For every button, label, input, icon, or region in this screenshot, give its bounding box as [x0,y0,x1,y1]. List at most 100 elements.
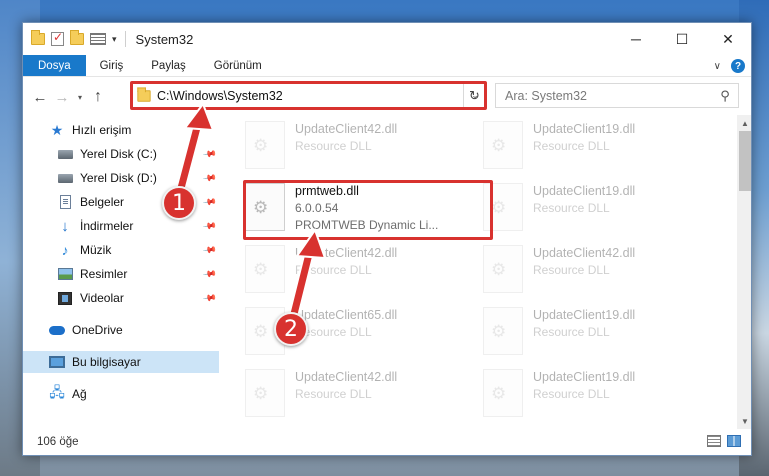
help-icon[interactable]: ? [731,59,745,73]
sidebar-item-label: Videolar [80,291,124,305]
sidebar-item-this-pc[interactable]: Bu bilgisayar [23,351,219,373]
forward-button[interactable]: → [51,86,73,108]
up-button[interactable]: ↑ [87,86,109,108]
file-item[interactable]: UpdateClient19.dll Resource DLL [477,119,697,177]
sidebar-item-label: Müzik [80,243,112,257]
file-item[interactable]: UpdateClient42.dll Resource DLL [239,119,459,177]
address-bar[interactable]: C:\Windows\System32 ⌄ [130,83,485,108]
expand-ribbon-chevron-icon[interactable]: ∨ [714,61,721,72]
sidebar-item-network[interactable]: 🖧 Ağ [23,383,219,405]
dll-file-icon [483,183,523,231]
search-input[interactable] [505,88,712,103]
file-name: UpdateClient65.dll [295,308,398,322]
file-item[interactable]: UpdateClient19.dll Resource DLL [477,367,697,419]
file-item[interactable]: UpdateClient19.dll Resource DLL [477,305,697,363]
network-icon: 🖧 [49,384,65,400]
sidebar-item-onedrive[interactable]: OneDrive [23,319,219,341]
back-button[interactable]: ← [29,86,51,108]
file-type: Resource DLL [295,263,372,277]
tab-share[interactable]: Paylaş [137,55,200,76]
scroll-up-arrow-icon[interactable]: ▲ [737,115,751,131]
documents-icon [57,195,73,209]
search-box[interactable]: ⚲ [495,83,739,108]
ribbon-tabs: Dosya Giriş Paylaş Görünüm ∨ ? [23,55,751,77]
dll-file-icon [483,307,523,355]
sidebar-item-local-disk-d[interactable]: Yerel Disk (D:) 📌 [23,167,219,189]
file-name: UpdateClient19.dll [533,370,636,384]
sidebar-item-label: Resimler [80,267,128,281]
toolbar-divider [124,31,126,47]
sidebar-item-music[interactable]: ♪ Müzik 📌 [23,239,219,261]
dll-file-icon [245,369,285,417]
dll-file-icon [483,369,523,417]
sidebar-item-pictures[interactable]: Resimler 📌 [23,263,219,285]
view-toggle [707,435,741,447]
sidebar-item-local-disk-c[interactable]: Yerel Disk (C:) 📌 [23,143,219,165]
window-title: System32 [135,31,194,47]
drive-icon [57,147,73,161]
dll-file-icon [245,121,285,169]
sidebar-item-label: Yerel Disk (C:) [80,147,157,161]
file-list: UpdateClient42.dll Resource DLL prmtweb.… [229,115,729,419]
file-name: prmtweb.dll [295,184,359,198]
file-version: 6.0.0.54 [295,201,339,215]
maximize-button[interactable]: ☐ [659,23,705,55]
item-count: 106 öğe [37,436,79,448]
navigation-bar: ← → ▾ ↑ C:\Windows\System32 ⌄ ↻ ⚲ [23,81,751,111]
view-options-icon[interactable] [90,33,106,45]
sidebar-item-label: Bu bilgisayar [72,355,141,369]
address-path[interactable]: C:\Windows\System32 [157,89,466,103]
quick-access-toolbar: ▾ System32 [23,30,194,47]
file-item[interactable]: UpdateClient19.dll Resource DLL [477,181,697,239]
folder-icon [31,30,45,45]
close-button[interactable]: ✕ [705,23,751,55]
downloads-icon: ↓ [61,217,69,235]
sidebar-item-videos[interactable]: Videolar 📌 [23,287,219,309]
new-folder-icon[interactable] [70,30,84,45]
music-icon: ♪ [61,242,69,258]
drive-icon [57,171,73,185]
details-view-icon[interactable] [707,435,721,447]
file-type: Resource DLL [295,325,372,339]
vertical-scrollbar[interactable]: ▲ ▼ [737,115,751,429]
refresh-button[interactable]: ↻ [463,83,485,108]
sidebar-item-label: Ağ [72,387,87,401]
file-item-prmtweb[interactable]: prmtweb.dll 6.0.0.54 PROMTWEB Dynamic Li… [239,181,459,239]
address-folder-icon [137,86,151,102]
recent-locations-chevron-icon[interactable]: ▾ [73,93,87,102]
file-name: UpdateClient19.dll [533,308,636,322]
dll-file-icon [483,121,523,169]
customize-toolbar-chevron-icon[interactable]: ▾ [112,34,117,45]
file-name: UpdateClient42.dll [295,246,398,260]
sidebar-item-label: OneDrive [72,323,123,337]
onedrive-cloud-icon [49,323,65,337]
tab-file[interactable]: Dosya [23,55,86,76]
minimize-button[interactable]: ─ [613,23,659,55]
properties-icon[interactable] [51,30,64,46]
sidebar-item-quick-access[interactable]: ★ Hızlı erişim [23,119,219,141]
search-icon[interactable]: ⚲ [712,88,738,104]
file-explorer-window: ▾ System32 ─ ☐ ✕ Dosya Giriş Paylaş Görü… [22,22,752,456]
file-item[interactable]: UpdateClient42.dll Resource DLL [477,243,697,301]
videos-icon [57,291,73,305]
file-name: UpdateClient42.dll [533,246,636,260]
scroll-down-arrow-icon[interactable]: ▼ [737,413,751,429]
tiles-view-icon[interactable] [727,435,741,447]
step-1-badge: 1 [162,186,196,220]
tab-view[interactable]: Görünüm [200,55,276,76]
pictures-icon [57,267,73,281]
sidebar-item-downloads[interactable]: ↓ İndirmeler 📌 [23,215,219,237]
step-2-badge: 2 [274,312,308,346]
file-description: PROMTWEB Dynamic Li... [295,218,439,232]
pin-icon: 📌 [202,218,218,233]
pin-icon: 📌 [202,170,218,185]
file-item[interactable]: UpdateClient42.dll Resource DLL [239,243,459,301]
file-item[interactable]: UpdateClient65.dll Resource DLL [239,305,459,363]
tab-home[interactable]: Giriş [86,55,138,76]
file-name: UpdateClient19.dll [533,184,636,198]
file-name: UpdateClient42.dll [295,370,398,384]
window-controls: ─ ☐ ✕ [613,23,751,55]
scrollbar-thumb[interactable] [739,131,751,191]
file-item[interactable]: UpdateClient42.dll Resource DLL [239,367,459,419]
dll-file-icon [245,245,285,293]
